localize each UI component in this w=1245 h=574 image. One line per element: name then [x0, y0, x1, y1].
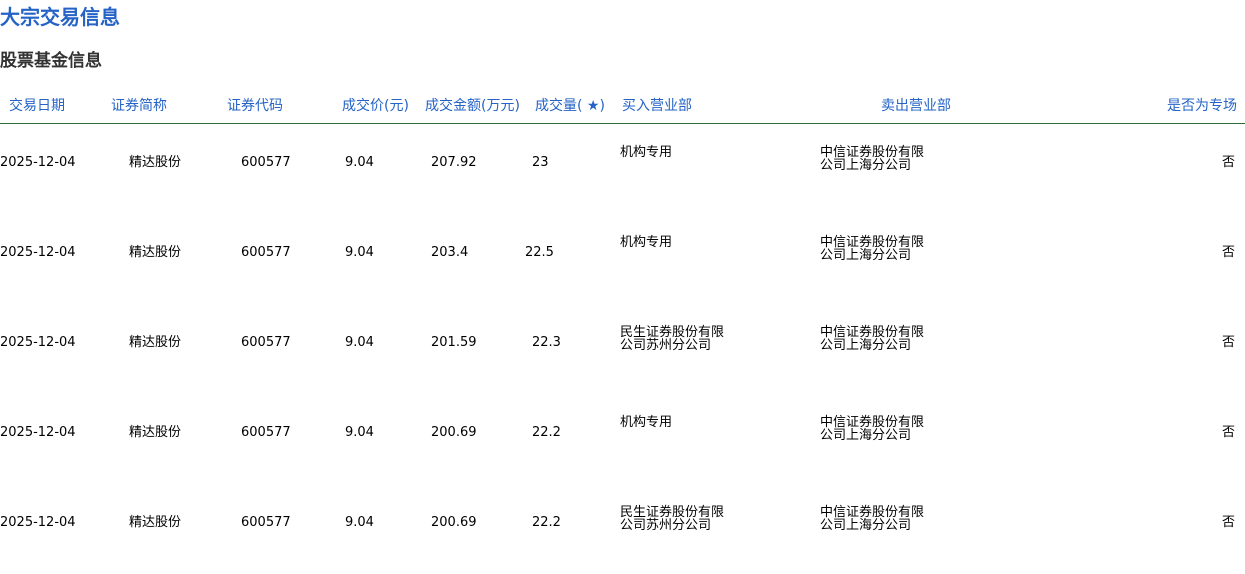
header-trade-date: 交易日期 [9, 98, 65, 114]
cell-amount: 201.59 [431, 335, 477, 350]
cell-price: 9.04 [345, 245, 374, 260]
cell-code: 600577 [241, 335, 291, 350]
cell-volume: 22.2 [532, 515, 561, 530]
cell-amount: 203.4 [431, 245, 469, 260]
cell-buyer: 民生证券股份有限公司苏州分公司 [620, 505, 725, 533]
cell-name: 精达股份 [129, 155, 182, 170]
cell-price: 9.04 [345, 425, 374, 440]
cell-buyer: 机构专用 [620, 145, 673, 160]
header-special: 是否为专场 [1167, 98, 1237, 114]
cell-seller: 中信证券股份有限公司上海分公司 [820, 325, 925, 353]
table-row: 2025-12-04 精达股份 600577 9.04 200.69 22.2 … [0, 394, 1245, 484]
cell-name: 精达股份 [129, 335, 182, 350]
cell-seller: 中信证券股份有限公司上海分公司 [820, 145, 925, 173]
header-seller: 卖出营业部 [881, 98, 951, 114]
table-row: 2025-12-04 精达股份 600577 9.04 203.4 22.5 机… [0, 214, 1245, 304]
table-row: 2025-12-04 精达股份 600577 9.04 207.92 23 机构… [0, 124, 1245, 214]
cell-price: 9.04 [345, 155, 374, 170]
cell-name: 精达股份 [129, 515, 182, 530]
cell-special: 否 [1221, 425, 1235, 440]
cell-buyer: 机构专用 [620, 235, 673, 250]
header-buyer: 买入营业部 [622, 98, 692, 114]
cell-date: 2025-12-04 [0, 155, 76, 170]
cell-name: 精达股份 [129, 245, 182, 260]
table-row: 2025-12-04 精达股份 600577 9.04 201.59 22.3 … [0, 304, 1245, 394]
cell-date: 2025-12-04 [0, 515, 76, 530]
cell-date: 2025-12-04 [0, 425, 76, 440]
header-security-code: 证券代码 [227, 98, 283, 114]
cell-code: 600577 [241, 155, 291, 170]
cell-special: 否 [1221, 245, 1235, 260]
table-header: 交易日期 证券简称 证券代码 成交价(元) 成交金额(万元) 成交量( ★) 买… [0, 93, 1245, 124]
cell-amount: 200.69 [431, 425, 477, 440]
cell-volume: 23 [532, 155, 549, 170]
cell-volume: 22.2 [532, 425, 561, 440]
cell-seller: 中信证券股份有限公司上海分公司 [820, 415, 925, 443]
cell-special: 否 [1221, 155, 1235, 170]
cell-volume: 22.5 [525, 245, 554, 260]
header-price: 成交价(元) [342, 98, 409, 114]
cell-code: 600577 [241, 425, 291, 440]
page-title: 大宗交易信息 [0, 5, 120, 29]
cell-name: 精达股份 [129, 425, 182, 440]
block-trade-page: 大宗交易信息 股票基金信息 交易日期 证券简称 证券代码 成交价(元) 成交金额… [0, 0, 1245, 574]
cell-buyer: 机构专用 [620, 415, 673, 430]
cell-volume: 22.3 [532, 335, 561, 350]
header-amount: 成交金额(万元) [425, 98, 520, 114]
cell-amount: 207.92 [431, 155, 477, 170]
cell-special: 否 [1221, 335, 1235, 350]
cell-price: 9.04 [345, 335, 374, 350]
section-title: 股票基金信息 [0, 51, 102, 71]
cell-special: 否 [1221, 515, 1235, 530]
cell-price: 9.04 [345, 515, 374, 530]
cell-amount: 200.69 [431, 515, 477, 530]
cell-date: 2025-12-04 [0, 335, 76, 350]
cell-buyer: 民生证券股份有限公司苏州分公司 [620, 325, 725, 353]
cell-date: 2025-12-04 [0, 245, 76, 260]
header-security-name: 证券简称 [111, 98, 167, 114]
cell-seller: 中信证券股份有限公司上海分公司 [820, 505, 925, 533]
cell-seller: 中信证券股份有限公司上海分公司 [820, 235, 925, 263]
cell-code: 600577 [241, 245, 291, 260]
table-row: 2025-12-04 精达股份 600577 9.04 200.69 22.2 … [0, 484, 1245, 574]
cell-code: 600577 [241, 515, 291, 530]
header-volume: 成交量( ★) [535, 98, 605, 114]
